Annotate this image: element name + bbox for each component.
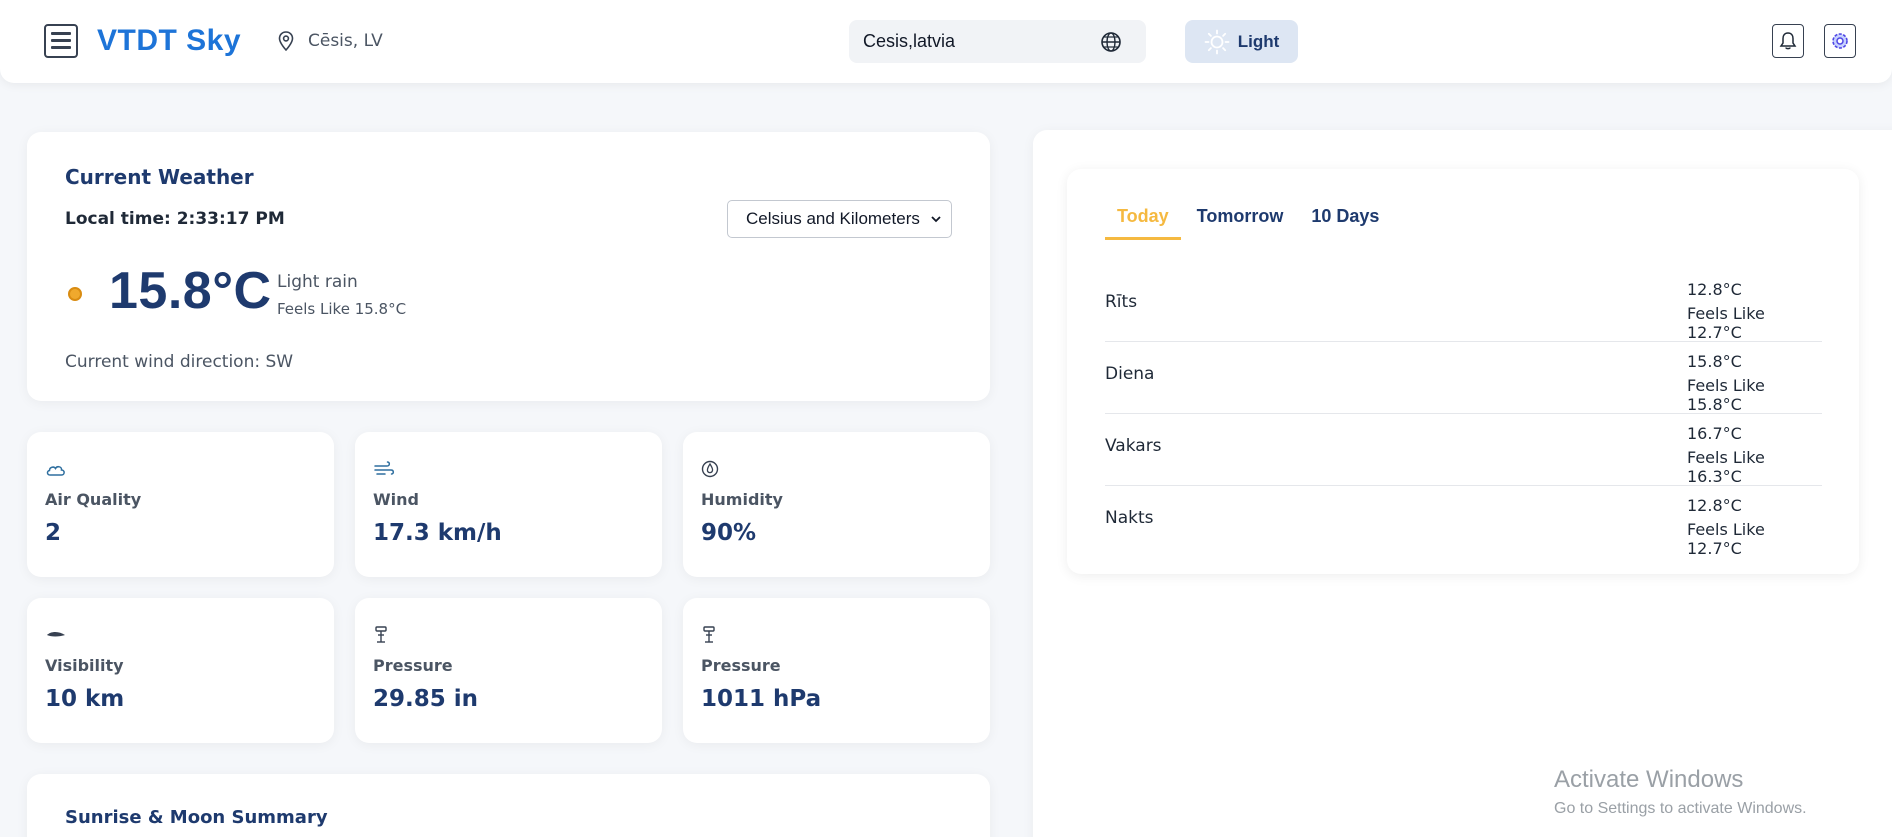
forecast-temp: 12.8°C (1687, 280, 1742, 299)
sun-icon (1204, 29, 1230, 54)
location-pin-icon (278, 31, 294, 51)
current-temperature: 15.8°C (109, 262, 272, 320)
tab-today[interactable]: Today (1105, 206, 1181, 240)
tab-tomorrow[interactable]: Tomorrow (1185, 206, 1296, 240)
settings-button[interactable] (1824, 24, 1856, 58)
current-weather-card: Current Weather Local time: 2:33:17 PM C… (27, 132, 990, 401)
stat-value: 17.3 km/h (373, 520, 502, 546)
stat-card-humidity: Humidity 90% (683, 432, 990, 577)
notifications-button[interactable] (1772, 24, 1804, 58)
humidity-icon (701, 460, 719, 478)
feels-like: Feels Like 15.8°C (277, 300, 407, 318)
forecast-feels-like: Feels Like 12.7°C (1687, 520, 1765, 558)
city-search-input[interactable] (863, 29, 1083, 53)
forecast-temp: 12.8°C (1687, 496, 1742, 515)
sunrise-moon-card: Sunrise & Moon Summary (27, 774, 990, 837)
forecast-card: Today Tomorrow 10 Days Rīts 12.8°C Feels… (1067, 169, 1859, 574)
tab-10-days[interactable]: 10 Days (1299, 206, 1391, 240)
watermark-subtitle: Go to Settings to activate Windows. (1554, 800, 1807, 817)
stat-label: Pressure (373, 656, 453, 675)
wind-direction: Current wind direction: SW (65, 352, 294, 372)
pressure-icon (703, 626, 715, 643)
pressure-icon (375, 626, 387, 643)
forecast-period: Nakts (1105, 508, 1154, 528)
location-label: Cēsis, LV (308, 31, 383, 51)
stat-label: Visibility (45, 656, 124, 675)
stat-value: 10 km (45, 686, 125, 712)
forecast-panel: Today Tomorrow 10 Days Rīts 12.8°C Feels… (1033, 130, 1892, 837)
forecast-row: Vakars 16.7°C Feels Like 16.3°C (1105, 414, 1822, 486)
top-header: VTDT Sky Cēsis, LV Light (0, 0, 1892, 83)
forecast-period: Diena (1105, 364, 1155, 384)
forecast-period: Rīts (1105, 292, 1138, 312)
visibility-icon (47, 632, 65, 637)
forecast-row: Diena 15.8°C Feels Like 15.8°C (1105, 342, 1822, 414)
unit-select-value: Celsius and Kilometers (746, 209, 920, 228)
theme-label: Light (1237, 31, 1280, 51)
forecast-period: Vakars (1105, 436, 1162, 456)
gear-icon (1832, 33, 1848, 49)
stat-card-pressure-hpa: Pressure 1011 hPa (683, 598, 990, 743)
current-weather-title: Current Weather (65, 165, 254, 189)
stat-label: Pressure (701, 656, 781, 675)
wind-icon (374, 461, 395, 475)
stat-value: 1011 hPa (701, 686, 822, 712)
weather-condition: Light rain (277, 272, 358, 292)
stat-card-air-quality: Air Quality 2 (27, 432, 334, 577)
local-time: Local time: 2:33:17 PM (65, 209, 285, 229)
forecast-row: Rīts 12.8°C Feels Like 12.7°C (1105, 270, 1822, 342)
stat-value: 29.85 in (373, 686, 479, 712)
search-box[interactable] (849, 20, 1146, 63)
stat-card-visibility: Visibility 10 km (27, 598, 334, 743)
forecast-temp: 15.8°C (1687, 352, 1742, 371)
forecast-tabs: Today Tomorrow 10 Days (1105, 206, 1395, 240)
activate-windows-watermark: Activate Windows Go to Settings to activ… (1554, 766, 1807, 818)
stat-card-pressure-in: Pressure 29.85 in (355, 598, 662, 743)
menu-icon[interactable] (44, 24, 78, 58)
globe-icon[interactable] (1098, 29, 1124, 55)
stat-label: Air Quality (45, 490, 142, 509)
forecast-row: Nakts 12.8°C Feels Like 12.7°C (1105, 486, 1822, 558)
stat-card-wind: Wind 17.3 km/h (355, 432, 662, 577)
theme-toggle-button[interactable]: Light (1185, 20, 1298, 63)
stat-label: Humidity (701, 490, 783, 509)
unit-select[interactable]: Celsius and Kilometers (727, 200, 952, 238)
weather-condition-icon (68, 287, 82, 301)
bell-icon (1779, 32, 1797, 50)
forecast-feels-like: Feels Like 16.3°C (1687, 448, 1765, 486)
current-location: Cēsis, LV (278, 31, 383, 51)
chevron-down-icon (931, 216, 941, 223)
brand-logo[interactable]: VTDT Sky (97, 24, 241, 58)
forecast-temp: 16.7°C (1687, 424, 1742, 443)
stat-value: 90% (701, 520, 757, 546)
stat-value: 2 (45, 520, 62, 546)
stat-label: Wind (373, 490, 419, 509)
cloud-icon (46, 465, 65, 476)
watermark-title: Activate Windows (1554, 766, 1744, 793)
forecast-feels-like: Feels Like 15.8°C (1687, 376, 1765, 414)
forecast-feels-like: Feels Like 12.7°C (1687, 304, 1765, 342)
sunrise-moon-title: Sunrise & Moon Summary (65, 807, 328, 828)
